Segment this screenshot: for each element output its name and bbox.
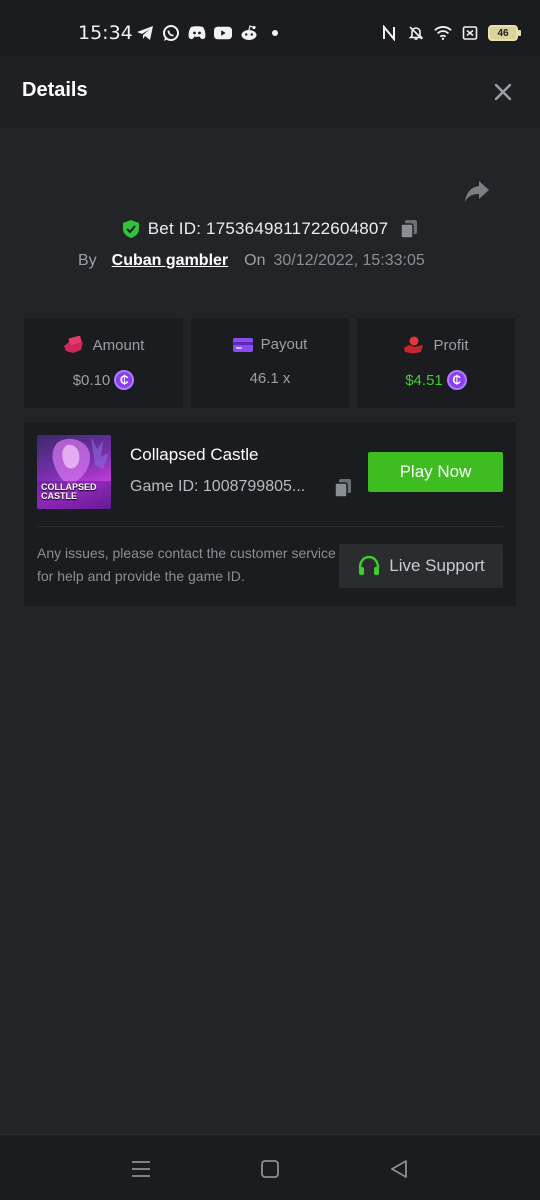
- profit-label: Profit: [433, 336, 469, 354]
- telegram-icon: [136, 24, 154, 42]
- discord-icon: [188, 24, 206, 42]
- sim-off-icon: [461, 24, 479, 42]
- profit-stat: Profit $4.51 ₵: [357, 318, 515, 408]
- youtube-icon: [214, 24, 232, 42]
- card-icon: [232, 337, 253, 352]
- on-label: On: [244, 252, 266, 269]
- close-button[interactable]: [490, 79, 516, 105]
- amount-label: Amount: [92, 336, 145, 354]
- back-button[interactable]: [387, 1157, 411, 1181]
- system-icons: 46: [380, 24, 521, 42]
- copy-bet-id-button[interactable]: [400, 219, 418, 239]
- bet-date: 30/12/2022, 15:33:05: [273, 252, 425, 269]
- hand-cash-icon: [63, 336, 83, 353]
- mute-icon: [407, 24, 425, 42]
- menu-icon: [132, 1161, 150, 1177]
- wifi-icon: [434, 24, 452, 42]
- live-support-button[interactable]: Live Support: [339, 544, 503, 588]
- close-icon: [494, 83, 512, 101]
- copy-game-id-button[interactable]: [334, 478, 352, 503]
- nfc-icon: [380, 24, 398, 42]
- recent-apps-button[interactable]: [129, 1157, 153, 1181]
- profit-value: $4.51: [405, 371, 443, 389]
- dot-icon: [266, 24, 284, 42]
- bet-id: Bet ID: 1753649811722604807: [147, 219, 389, 238]
- play-now-button[interactable]: Play Now: [368, 452, 503, 492]
- game-thumb-text: COLLAPSED CASTLE: [41, 483, 97, 501]
- game-id: Game ID: 1008799805...: [130, 478, 306, 495]
- coin-icon: ₵: [114, 370, 135, 390]
- whatsapp-icon: [162, 24, 180, 42]
- home-square-icon: [261, 1160, 279, 1178]
- game-card: COLLAPSED CASTLE Collapsed Castle Game I…: [24, 422, 516, 606]
- home-button[interactable]: [258, 1157, 282, 1181]
- copy-icon: [334, 479, 351, 498]
- amount-stat: Amount $0.10 ₵: [24, 318, 183, 408]
- by-label: By: [78, 252, 97, 269]
- support-text: Any issues, please contact the customer …: [37, 545, 336, 584]
- live-support-label: Live Support: [389, 556, 485, 575]
- notification-icons: [136, 24, 284, 42]
- payout-stat: Payout 46.1 x: [191, 318, 349, 408]
- status-bar: 15:34 46: [0, 0, 540, 56]
- thumb-text-line-2: CASTLE: [41, 491, 77, 501]
- copy-icon: [400, 220, 418, 239]
- profit-hand-icon: [404, 336, 424, 354]
- share-button[interactable]: [462, 178, 492, 206]
- payout-value: 46.1 x: [249, 370, 291, 387]
- headset-icon: [359, 555, 380, 575]
- coin-icon: ₵: [446, 370, 467, 390]
- bet-id-row: Bet ID: 1753649811722604807: [0, 216, 540, 242]
- game-title: Collapsed Castle: [130, 445, 259, 464]
- system-nav-bar: [0, 1134, 540, 1200]
- shield-check-icon: [122, 220, 139, 238]
- bet-meta-row: By Cuban gambler On 30/12/2022, 15:33:05: [78, 250, 425, 272]
- payout-label: Payout: [260, 336, 308, 353]
- battery-indicator: 46: [488, 25, 521, 41]
- back-triangle-icon: [391, 1160, 407, 1178]
- status-time: 15:34: [78, 22, 133, 44]
- amount-value: $0.10: [72, 371, 111, 389]
- username-link[interactable]: Cuban gambler: [112, 252, 228, 270]
- page-title: Details: [22, 79, 88, 101]
- share-icon: [465, 181, 489, 202]
- reddit-icon: [240, 24, 258, 42]
- divider: [37, 526, 503, 527]
- game-thumbnail[interactable]: COLLAPSED CASTLE: [37, 435, 111, 509]
